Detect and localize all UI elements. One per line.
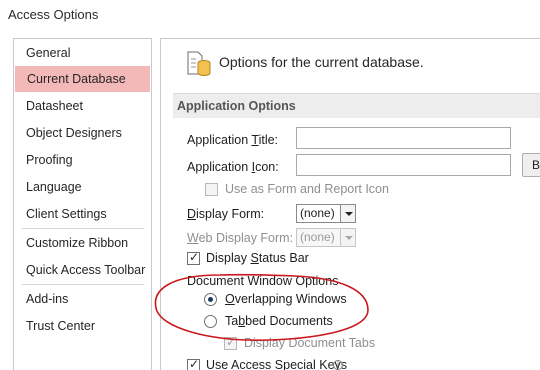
options-nav: General Current Database Datasheet Objec…	[13, 38, 152, 370]
display-status-bar-label: Display Status Bar	[206, 251, 309, 265]
display-form-value: (none)	[300, 206, 335, 220]
database-options-icon	[187, 51, 211, 76]
nav-item-proofing[interactable]: Proofing	[14, 147, 151, 173]
title-bar: Access Options	[0, 0, 540, 30]
nav-item-general[interactable]: General	[14, 40, 151, 66]
nav-divider	[22, 284, 144, 285]
use-as-form-report-icon-label: Use as Form and Report Icon	[225, 182, 389, 196]
checkmark-icon: ✓	[189, 250, 200, 264]
nav-item-add-ins[interactable]: Add-ins	[14, 286, 151, 312]
use-access-special-keys-checkbox[interactable]: ✓	[187, 357, 200, 370]
display-status-bar-checkbox[interactable]: ✓	[187, 250, 200, 265]
info-icon[interactable]: i	[333, 360, 343, 370]
chevron-down-icon[interactable]	[340, 229, 355, 246]
options-header: Options for the current database.	[219, 54, 424, 70]
nav-item-trust-center[interactable]: Trust Center	[14, 313, 151, 339]
application-icon-input[interactable]	[296, 154, 511, 176]
nav-item-quick-access-toolbar[interactable]: Quick Access Toolbar	[14, 257, 151, 283]
application-title-label: Application Title:	[187, 133, 279, 147]
nav-item-client-settings[interactable]: Client Settings	[14, 201, 151, 227]
nav-item-object-designers[interactable]: Object Designers	[14, 120, 151, 146]
nav-item-customize-ribbon[interactable]: Customize Ribbon	[14, 230, 151, 256]
application-title-input[interactable]	[296, 127, 511, 149]
display-form-select[interactable]: (none)	[296, 204, 356, 223]
web-display-form-value: (none)	[300, 230, 335, 244]
use-as-form-report-icon-checkbox[interactable]	[205, 183, 218, 196]
red-highlight-circle	[154, 273, 369, 341]
nav-divider	[22, 228, 144, 229]
chevron-down-icon[interactable]	[340, 205, 355, 222]
checkmark-icon: ✓	[189, 357, 200, 370]
section-application-options: Application Options	[173, 93, 540, 118]
use-access-special-keys-label: Use Access Special Keys	[206, 358, 348, 370]
web-display-form-label: Web Display Form:	[187, 231, 294, 245]
application-icon-label: Application Icon:	[187, 160, 279, 174]
web-display-form-select[interactable]: (none)	[296, 228, 356, 247]
display-form-label: Display Form:	[187, 207, 265, 221]
nav-item-datasheet[interactable]: Datasheet	[14, 93, 151, 119]
browse-button[interactable]: B	[522, 153, 540, 177]
nav-item-current-database[interactable]: Current Database	[15, 66, 150, 92]
window-title: Access Options	[8, 7, 99, 22]
nav-item-language[interactable]: Language	[14, 174, 151, 200]
